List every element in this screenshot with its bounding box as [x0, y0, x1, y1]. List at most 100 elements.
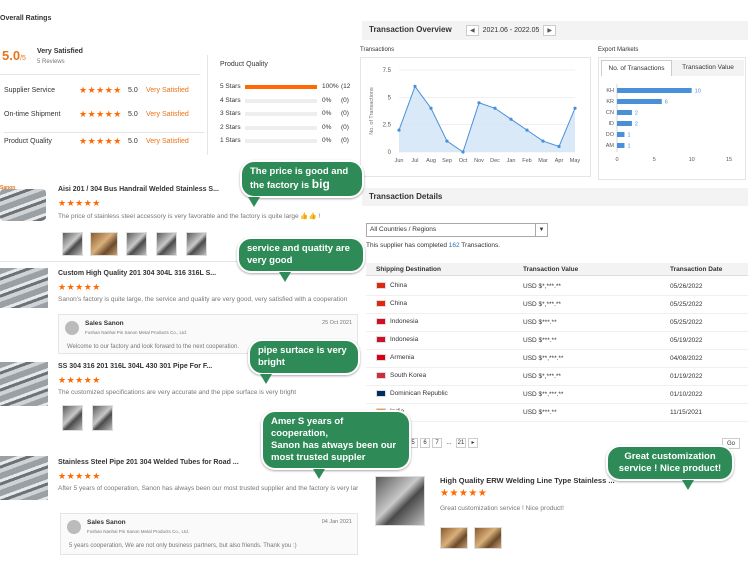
product-image[interactable]: Sanon — [0, 185, 48, 223]
bubble-line: the factory is big — [250, 178, 354, 192]
y-tick-label: 7.5 — [383, 68, 392, 74]
review-photo[interactable] — [62, 405, 83, 431]
review-photo[interactable] — [90, 232, 118, 256]
review-photo[interactable] — [126, 232, 147, 256]
quality-distribution: 5 Stars 100% (12 4 Stars 0% (0) 3 Stars 0% (0) 2 … — [220, 82, 360, 150]
x-tick-label: May — [570, 158, 581, 164]
date-cell: 05/25/2022 — [670, 319, 703, 326]
destination-cell: China — [376, 300, 407, 307]
table-row: China USD $*,***.** 05/26/2022 — [366, 278, 748, 296]
bar — [617, 110, 632, 115]
speech-bubble: service and quatity are very good — [237, 237, 365, 282]
table-row: South Korea USD $*,***.** 01/19/2022 — [366, 368, 748, 386]
data-point — [557, 144, 561, 149]
bubble-tail — [682, 480, 694, 490]
destination-cell: South Korea — [376, 372, 426, 379]
table-row: IndiaUSD $***.**11/15/2021 — [366, 404, 748, 422]
quality-row: 4 Stars 0% (0) — [220, 96, 360, 110]
bubble-tail — [279, 272, 291, 282]
rating-label: Supplier Service — [4, 87, 55, 94]
bubble-tail — [313, 469, 325, 479]
export-markets-title: Export Markets — [598, 47, 639, 53]
bubble-line: Amer S years of cooperation, — [271, 416, 344, 439]
tab-no-of-transactions[interactable]: No. of Transactions — [601, 60, 672, 76]
value-cell: USD $***.** — [523, 319, 557, 326]
x-tick-label: Dec — [490, 158, 500, 164]
reply-date: 04 Jan 2021 — [321, 519, 352, 525]
page-button[interactable]: 21 — [456, 438, 466, 448]
page-button[interactable]: ... — [444, 439, 454, 449]
reply-date: 25 Oct 2021 — [322, 320, 352, 326]
country-select[interactable]: All Countries / Regions ▼ — [366, 223, 548, 237]
product-image[interactable] — [0, 268, 48, 308]
quality-bar-track — [245, 125, 317, 130]
seller-reply: Sales Sanon Foshan Nanhai Pin Sanon Meta… — [60, 513, 358, 555]
review-photo[interactable] — [62, 232, 83, 256]
y-tick-label: 0 — [388, 150, 392, 156]
review-product-title[interactable]: Custom High Quality 201 304 304L 316 316… — [58, 270, 216, 277]
category-label: CN — [606, 110, 614, 116]
quality-count: (12 — [341, 83, 351, 90]
country-select-value: All Countries / Regions — [370, 226, 437, 233]
x-tick-label: Mar — [538, 158, 548, 164]
destination-cell: Armenia — [376, 354, 414, 361]
bubble-line: The price is good and — [250, 166, 349, 177]
quality-row: 2 Stars 0% (0) — [220, 123, 360, 137]
data-point — [493, 106, 497, 110]
value-cell: USD $**,***.** — [523, 391, 564, 398]
bar — [617, 132, 625, 137]
destination-cell: Indonesia — [376, 318, 418, 325]
review-photo[interactable] — [186, 232, 207, 256]
col-header: Transaction Value — [523, 266, 579, 273]
bubble-line: pipe surtace is very — [258, 345, 347, 356]
review-product-title[interactable]: High Quality ERW Welding Line Type Stain… — [440, 476, 615, 485]
bubble-line: Great customization — [624, 451, 716, 462]
review-photo[interactable] — [156, 232, 177, 256]
speech-bubble: The price is good and the factory is big — [240, 160, 364, 207]
category-label: DO — [606, 132, 615, 138]
review-photo[interactable] — [92, 405, 113, 431]
quality-label: 5 Stars — [220, 83, 241, 90]
page-button[interactable]: 7 — [432, 438, 442, 448]
x-tick-label: 5 — [653, 157, 656, 163]
col-header: Transaction Date — [670, 266, 723, 273]
data-point — [477, 101, 481, 105]
bubble-text: the factory is — [250, 180, 312, 191]
review-text: The price of stainless steel accessory i… — [58, 213, 321, 220]
brand-label: Sanon — [0, 185, 16, 191]
rating-row: Product Quality ★★★★★ 5.0 Very Satisfied — [4, 132, 204, 156]
next-page-button[interactable]: ▸ — [468, 438, 478, 448]
product-quality-title: Product Quality — [220, 61, 268, 68]
review-stars: ★★★★★ — [58, 471, 101, 481]
review-photo[interactable] — [474, 527, 502, 549]
speech-bubble: pipe surtace is very bright — [248, 339, 360, 384]
area-fill — [399, 86, 575, 152]
data-point — [413, 84, 417, 88]
transactions-summary: This supplier has completed 162 Transact… — [366, 242, 500, 249]
next-range-button[interactable]: ▶ — [543, 25, 556, 36]
bar-value-label: 2 — [635, 122, 638, 128]
review-product-title[interactable]: Aisi 201 / 304 Bus Handrail Welded Stain… — [58, 186, 219, 193]
product-image[interactable] — [375, 476, 425, 526]
avatar — [65, 321, 79, 335]
summary-count[interactable]: 162 — [449, 242, 460, 249]
rating-rows: Supplier Service ★★★★★ 5.0 Very Satisfie… — [4, 84, 204, 156]
bubble-line: service and quatity are — [247, 243, 350, 254]
quality-pct: 0% — [322, 96, 332, 104]
country-flag-icon — [376, 390, 386, 397]
rating-value: 5.0 — [128, 87, 138, 94]
quality-row: 5 Stars 100% (12 — [220, 82, 360, 96]
product-image[interactable] — [0, 362, 48, 406]
value-cell: USD $***.** — [523, 409, 557, 416]
product-image[interactable] — [0, 456, 48, 500]
page-button[interactable]: 6 — [420, 438, 430, 448]
prev-range-button[interactable]: ◀ — [466, 25, 479, 36]
review-product-title[interactable]: Stainless Steel Pipe 201 304 Welded Tube… — [58, 459, 239, 466]
review-product-title[interactable]: SS 304 316 201 316L 304L 430 301 Pipe Fo… — [58, 363, 212, 370]
tab-transaction-value[interactable]: Transaction Value — [672, 60, 744, 76]
country-name: China — [390, 282, 407, 290]
x-tick-label: 0 — [615, 157, 618, 163]
review-photo[interactable] — [440, 527, 468, 549]
country-flag-icon — [376, 318, 386, 325]
data-point — [509, 117, 513, 121]
